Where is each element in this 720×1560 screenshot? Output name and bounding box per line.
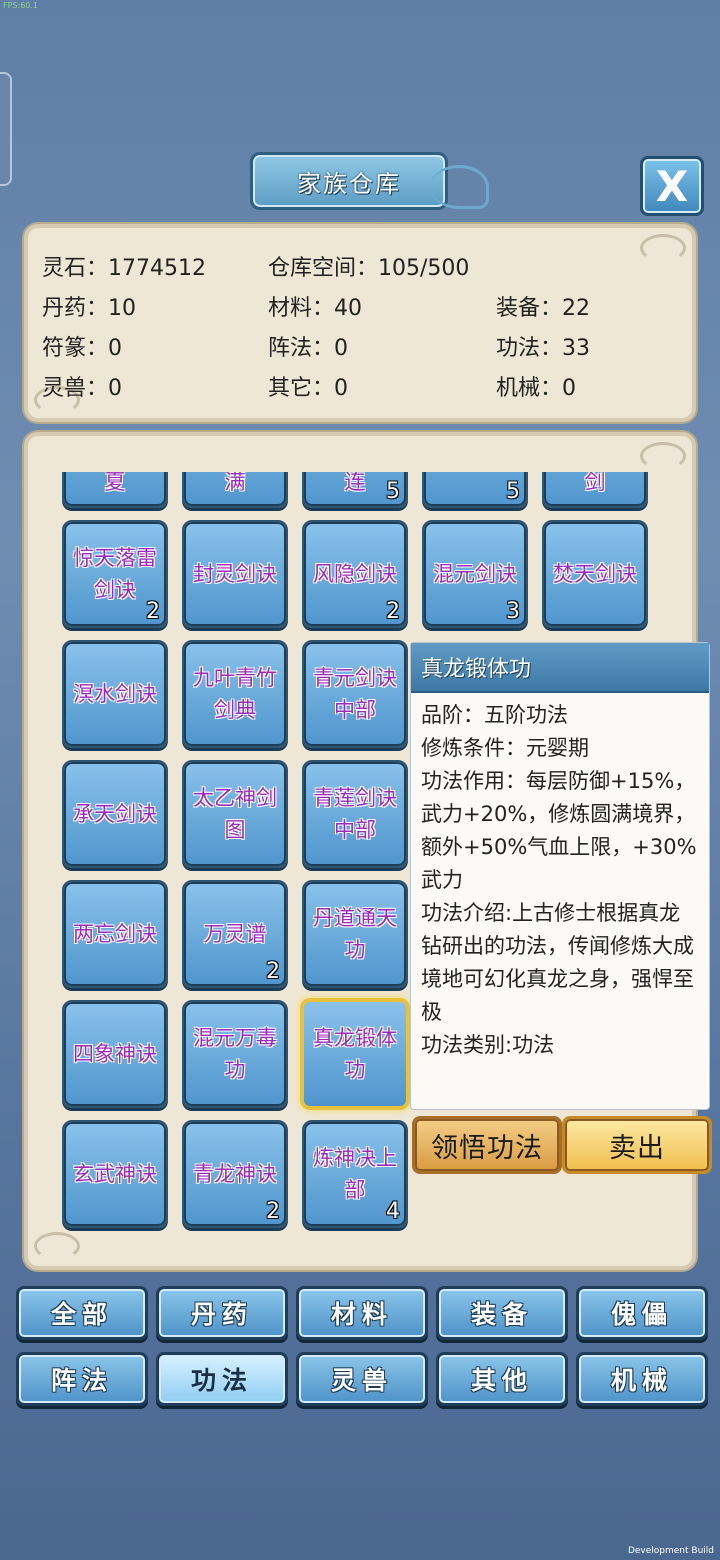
item-slot[interactable]: 炼神决上部 4 [302, 1120, 408, 1228]
learn-skill-button[interactable]: 领悟功法 [412, 1116, 562, 1174]
item-slot[interactable]: 焚天剑诀 [542, 520, 648, 628]
tab-cailiao[interactable]: 材料 [296, 1286, 428, 1340]
stat-cailiao: 材料：40 [268, 296, 362, 321]
side-pull-tab[interactable] [0, 72, 12, 186]
item-slot[interactable]: 惊天落雷剑诀 2 [62, 520, 168, 628]
item-slot[interactable]: 青元剑诀中部 [302, 640, 408, 748]
dev-build-label: Development Build [627, 1546, 714, 1556]
item-slot[interactable]: 万灵谱 2 [182, 880, 288, 988]
item-slot[interactable]: 剑 [542, 472, 648, 508]
item-slot[interactable]: 承天剑诀 [62, 760, 168, 868]
tab-jixie[interactable]: 机械 [576, 1352, 708, 1406]
item-slot[interactable]: 玄武神诀 [62, 1120, 168, 1228]
item-slot[interactable]: 四象神诀 [62, 1000, 168, 1108]
item-slot[interactable]: 混元万毒功 [182, 1000, 288, 1108]
tooltip-intro: 功法介绍:上古修士根据真龙钻研出的功法，传闻修炼大成境地可幻化真龙之身，强悍至极 [421, 901, 694, 1024]
tab-kuilei[interactable]: 傀儡 [576, 1286, 708, 1340]
item-slot[interactable]: 风隐剑诀 2 [302, 520, 408, 628]
tooltip-title: 真龙锻体功 [411, 643, 709, 693]
item-slot-selected[interactable]: 真龙锻体功 [300, 998, 410, 1110]
cloud-ornament-icon [430, 165, 489, 209]
stat-zhenfa: 阵法：0 [268, 336, 348, 361]
item-slot[interactable]: 九叶青竹剑典 [182, 640, 288, 748]
tooltip-condition: 修炼条件：元婴期 [421, 736, 589, 760]
item-slot[interactable]: 混元剑诀 3 [422, 520, 528, 628]
tab-all[interactable]: 全部 [16, 1286, 148, 1340]
close-button[interactable]: X [640, 156, 704, 216]
tab-danyao[interactable]: 丹药 [156, 1286, 288, 1340]
item-slot[interactable]: 连5 [302, 472, 408, 508]
stat-lingshou: 灵兽：0 [42, 376, 122, 401]
tab-lingshou[interactable]: 灵兽 [296, 1352, 428, 1406]
stat-gongfa: 功法：33 [496, 336, 590, 361]
item-slot[interactable]: 青莲剑诀中部 [302, 760, 408, 868]
item-slot[interactable]: 两忘剑诀 [62, 880, 168, 988]
stat-fuzhuan: 符篆：0 [42, 336, 122, 361]
stat-zhuangbei: 装备：22 [496, 296, 590, 321]
item-slot[interactable]: 满 [182, 472, 288, 508]
stat-danyao: 丹药：10 [42, 296, 136, 321]
tooltip-category: 功法类别:功法 [421, 1033, 555, 1057]
stat-space: 仓库空间：105/500 [268, 256, 470, 281]
stat-lingshi: 灵石：1774512 [42, 256, 206, 281]
item-detail-tooltip: 真龙锻体功 品阶：五阶功法 修炼条件：元婴期 功法作用：每层防御+15%，武力+… [410, 642, 710, 1110]
fps-counter: FPS:60.1 [3, 1, 39, 10]
sell-button[interactable]: 卖出 [562, 1116, 712, 1174]
item-slot[interactable]: 溟水剑诀 [62, 640, 168, 748]
cloud-swirl-icon [640, 234, 686, 262]
stats-panel: 灵石：1774512 仓库空间：105/500 丹药：10 材料：40 装备：2… [24, 224, 696, 422]
tab-zhenfa[interactable]: 阵法 [16, 1352, 148, 1406]
item-slot[interactable]: 5 [422, 472, 528, 508]
page-title: 家族仓库 [297, 169, 401, 198]
cloud-swirl-icon [640, 442, 686, 470]
tab-zhuangbei[interactable]: 装备 [436, 1286, 568, 1340]
title-plaque: 家族仓库 [250, 152, 448, 210]
item-slot[interactable]: 太乙神剑图 [182, 760, 288, 868]
tooltip-grade: 品阶：五阶功法 [421, 703, 568, 727]
item-slot[interactable]: 夏 [62, 472, 168, 508]
item-slot[interactable]: 封灵剑诀 [182, 520, 288, 628]
stat-jixie: 机械：0 [496, 376, 576, 401]
stat-qita: 其它：0 [268, 376, 348, 401]
item-slot[interactable]: 青龙神诀 2 [182, 1120, 288, 1228]
tooltip-effect: 功法作用：每层防御+15%，武力+20%，修炼圆满境界，额外+50%气血上限，+… [421, 769, 697, 892]
item-slot[interactable]: 丹道通天功 [302, 880, 408, 988]
tab-gongfa[interactable]: 功法 [156, 1352, 288, 1406]
tab-qita[interactable]: 其他 [436, 1352, 568, 1406]
